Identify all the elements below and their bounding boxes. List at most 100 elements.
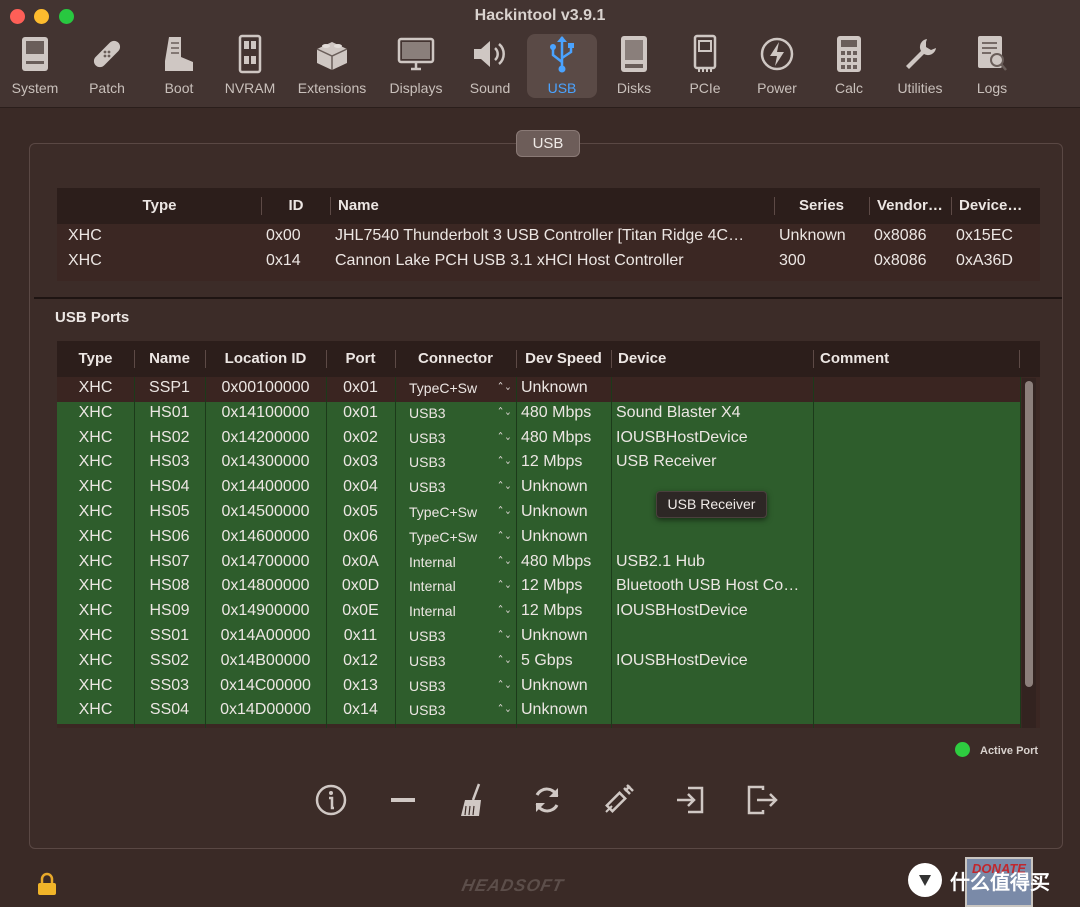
- connector-select[interactable]: TypeC+Sw: [409, 380, 489, 396]
- column-separator[interactable]: [1019, 350, 1020, 368]
- chevron-updown-icon[interactable]: ⌃⌄: [497, 529, 512, 542]
- controllers-header-cell[interactable]: Series: [775, 188, 868, 224]
- ports-header-cell[interactable]: Type: [57, 341, 134, 377]
- import-icon[interactable]: [672, 782, 708, 818]
- column-separator[interactable]: [134, 350, 135, 368]
- ports-header-cell[interactable]: Device: [618, 341, 810, 377]
- port-port-cell: 0x02: [343, 428, 378, 446]
- chevron-updown-icon[interactable]: ⌃⌄: [497, 603, 512, 616]
- connector-select[interactable]: Internal: [409, 578, 489, 594]
- toolbar-utilities-button[interactable]: Utilities: [890, 34, 950, 98]
- chevron-updown-icon[interactable]: ⌃⌄: [497, 678, 512, 691]
- connector-select[interactable]: USB3: [409, 405, 489, 421]
- port-row[interactable]: XHC HS03 0x14300000 0x03 USB3 ⌃⌄ 12 Mbps USB Re…: [57, 451, 1021, 477]
- controller-row[interactable]: XHC 0x00 JHL7540 Thunderbolt 3 USB Control…: [57, 225, 1040, 250]
- connector-select[interactable]: Internal: [409, 554, 489, 570]
- column-separator[interactable]: [813, 350, 814, 368]
- connector-select[interactable]: USB3: [409, 653, 489, 669]
- info-icon[interactable]: [313, 782, 349, 818]
- connector-select[interactable]: USB3: [409, 702, 489, 718]
- refresh-icon[interactable]: [529, 782, 565, 818]
- connector-select[interactable]: USB3: [409, 628, 489, 644]
- toolbar-extensions-button[interactable]: Extensions: [293, 34, 371, 98]
- controllers-header-cell[interactable]: Vendor…: [877, 188, 949, 224]
- connector-select[interactable]: USB3: [409, 430, 489, 446]
- controllers-header-cell[interactable]: Device…: [959, 188, 1037, 224]
- port-row[interactable]: XHC HS02 0x14200000 0x02 USB3 ⌃⌄ 480 Mbps IOUSB…: [57, 426, 1021, 452]
- connector-select[interactable]: TypeC+Sw: [409, 504, 489, 520]
- column-separator[interactable]: [330, 197, 331, 215]
- controllers-header-cell[interactable]: Name: [338, 188, 770, 224]
- minus-icon[interactable]: [385, 782, 421, 818]
- column-separator[interactable]: [326, 350, 327, 368]
- broom-icon[interactable]: [455, 782, 491, 818]
- port-row[interactable]: XHC SS04 0x14D00000 0x14 USB3 ⌃⌄ Unknown: [57, 699, 1021, 725]
- toolbar-usb-button[interactable]: USB: [527, 34, 597, 98]
- export-icon[interactable]: [744, 782, 780, 818]
- port-row[interactable]: XHC HS01 0x14100000 0x01 USB3 ⌃⌄ 480 Mbps Sound…: [57, 401, 1021, 427]
- port-row[interactable]: XHC HS07 0x14700000 0x0A Internal ⌃⌄ 480 Mbps U…: [57, 550, 1021, 576]
- ports-header-cell[interactable]: Location ID: [205, 341, 326, 377]
- port-row[interactable]: XHC HS05 0x14500000 0x05 TypeC+Sw ⌃⌄ Unknown: [57, 501, 1021, 526]
- port-speed-cell: Unknown: [521, 676, 588, 694]
- syringe-icon[interactable]: [600, 782, 636, 818]
- column-separator[interactable]: [395, 350, 396, 368]
- port-row[interactable]: XHC SS01 0x14A00000 0x11 USB3 ⌃⌄ Unknown: [57, 625, 1021, 650]
- connector-select[interactable]: USB3: [409, 454, 489, 470]
- connector-select[interactable]: TypeC+Sw: [409, 529, 489, 545]
- column-separator[interactable]: [611, 350, 612, 368]
- chevron-updown-icon[interactable]: ⌃⌄: [497, 628, 512, 641]
- port-row[interactable]: XHC SS02 0x14B00000 0x12 USB3 ⌃⌄ 5 Gbps IOUSBHo…: [57, 649, 1021, 675]
- column-separator[interactable]: [516, 350, 517, 368]
- port-row[interactable]: XHC HS06 0x14600000 0x06 TypeC+Sw ⌃⌄ Unknown: [57, 525, 1021, 551]
- toolbar-power-button[interactable]: Power: [752, 34, 802, 98]
- toolbar-disks-button[interactable]: Disks: [611, 34, 657, 98]
- toolbar-system-button[interactable]: System: [4, 34, 66, 98]
- port-row[interactable]: XHC HS04 0x14400000 0x04 USB3 ⌃⌄ Unknown: [57, 476, 1021, 502]
- column-separator[interactable]: [951, 197, 952, 215]
- column-separator[interactable]: [869, 197, 870, 215]
- toolbar-nvram-button[interactable]: NVRAM: [220, 34, 280, 98]
- column-separator[interactable]: [774, 197, 775, 215]
- toolbar-calc-button[interactable]: Calc: [828, 34, 870, 98]
- connector-select[interactable]: Internal: [409, 603, 489, 619]
- controllers-header-cell[interactable]: ID: [262, 188, 330, 224]
- chevron-updown-icon[interactable]: ⌃⌄: [497, 504, 512, 517]
- toolbar-boot-button[interactable]: Boot: [156, 34, 202, 98]
- controllers-table[interactable]: Type ID Name Series Vendor… Device… XHC 0x00 JH…: [57, 188, 1040, 281]
- controllers-header-cell[interactable]: Type: [57, 188, 262, 224]
- port-row[interactable]: XHC HS09 0x14900000 0x0E Internal ⌃⌄ 12 Mbps IO…: [57, 600, 1021, 626]
- chevron-updown-icon[interactable]: ⌃⌄: [497, 554, 512, 567]
- usb-segment-button[interactable]: USB: [516, 130, 580, 157]
- ports-header-cell[interactable]: Comment: [820, 341, 1018, 377]
- chevron-updown-icon[interactable]: ⌃⌄: [497, 454, 512, 467]
- port-row[interactable]: XHC SSP1 0x00100000 0x01 TypeC+Sw ⌃⌄ Unknown: [57, 377, 1021, 402]
- ports-header-cell[interactable]: Name: [134, 341, 205, 377]
- toolbar-displays-button[interactable]: Displays: [384, 34, 448, 98]
- toolbar-pcie-button[interactable]: PCIe: [683, 34, 727, 98]
- ports-header-cell[interactable]: Connector: [395, 341, 516, 377]
- connector-select[interactable]: USB3: [409, 479, 489, 495]
- ports-header-cell[interactable]: Port: [326, 341, 395, 377]
- ports-scrollbar-thumb[interactable]: [1025, 381, 1033, 687]
- chevron-updown-icon[interactable]: ⌃⌄: [497, 578, 512, 591]
- chevron-updown-icon[interactable]: ⌃⌄: [497, 405, 512, 418]
- toolbar-patch-button[interactable]: Patch: [79, 34, 135, 98]
- chevron-updown-icon[interactable]: ⌃⌄: [497, 702, 512, 715]
- chevron-updown-icon[interactable]: ⌃⌄: [497, 479, 512, 492]
- lock-icon[interactable]: [36, 872, 58, 896]
- column-separator[interactable]: [205, 350, 206, 368]
- connector-select[interactable]: USB3: [409, 678, 489, 694]
- toolbar-sound-button[interactable]: Sound: [461, 34, 519, 98]
- chevron-updown-icon[interactable]: ⌃⌄: [497, 430, 512, 443]
- port-location-cell: 0x14C00000: [220, 676, 311, 694]
- column-separator[interactable]: [261, 197, 262, 215]
- port-row[interactable]: XHC HS08 0x14800000 0x0D Internal ⌃⌄ 12 Mbps Bl…: [57, 575, 1021, 601]
- chevron-updown-icon[interactable]: ⌃⌄: [497, 380, 512, 393]
- ports-header-cell[interactable]: Dev Speed: [516, 341, 611, 377]
- chevron-updown-icon[interactable]: ⌃⌄: [497, 653, 512, 666]
- controller-row[interactable]: XHC 0x14 Cannon Lake PCH USB 3.1 xHCI Host…: [57, 250, 1040, 275]
- usb-ports-table[interactable]: Type Name Location ID Port Connector Dev Spee…: [57, 341, 1040, 728]
- port-row[interactable]: XHC SS03 0x14C00000 0x13 USB3 ⌃⌄ Unknown: [57, 674, 1021, 700]
- toolbar-logs-button[interactable]: Logs: [971, 34, 1013, 98]
